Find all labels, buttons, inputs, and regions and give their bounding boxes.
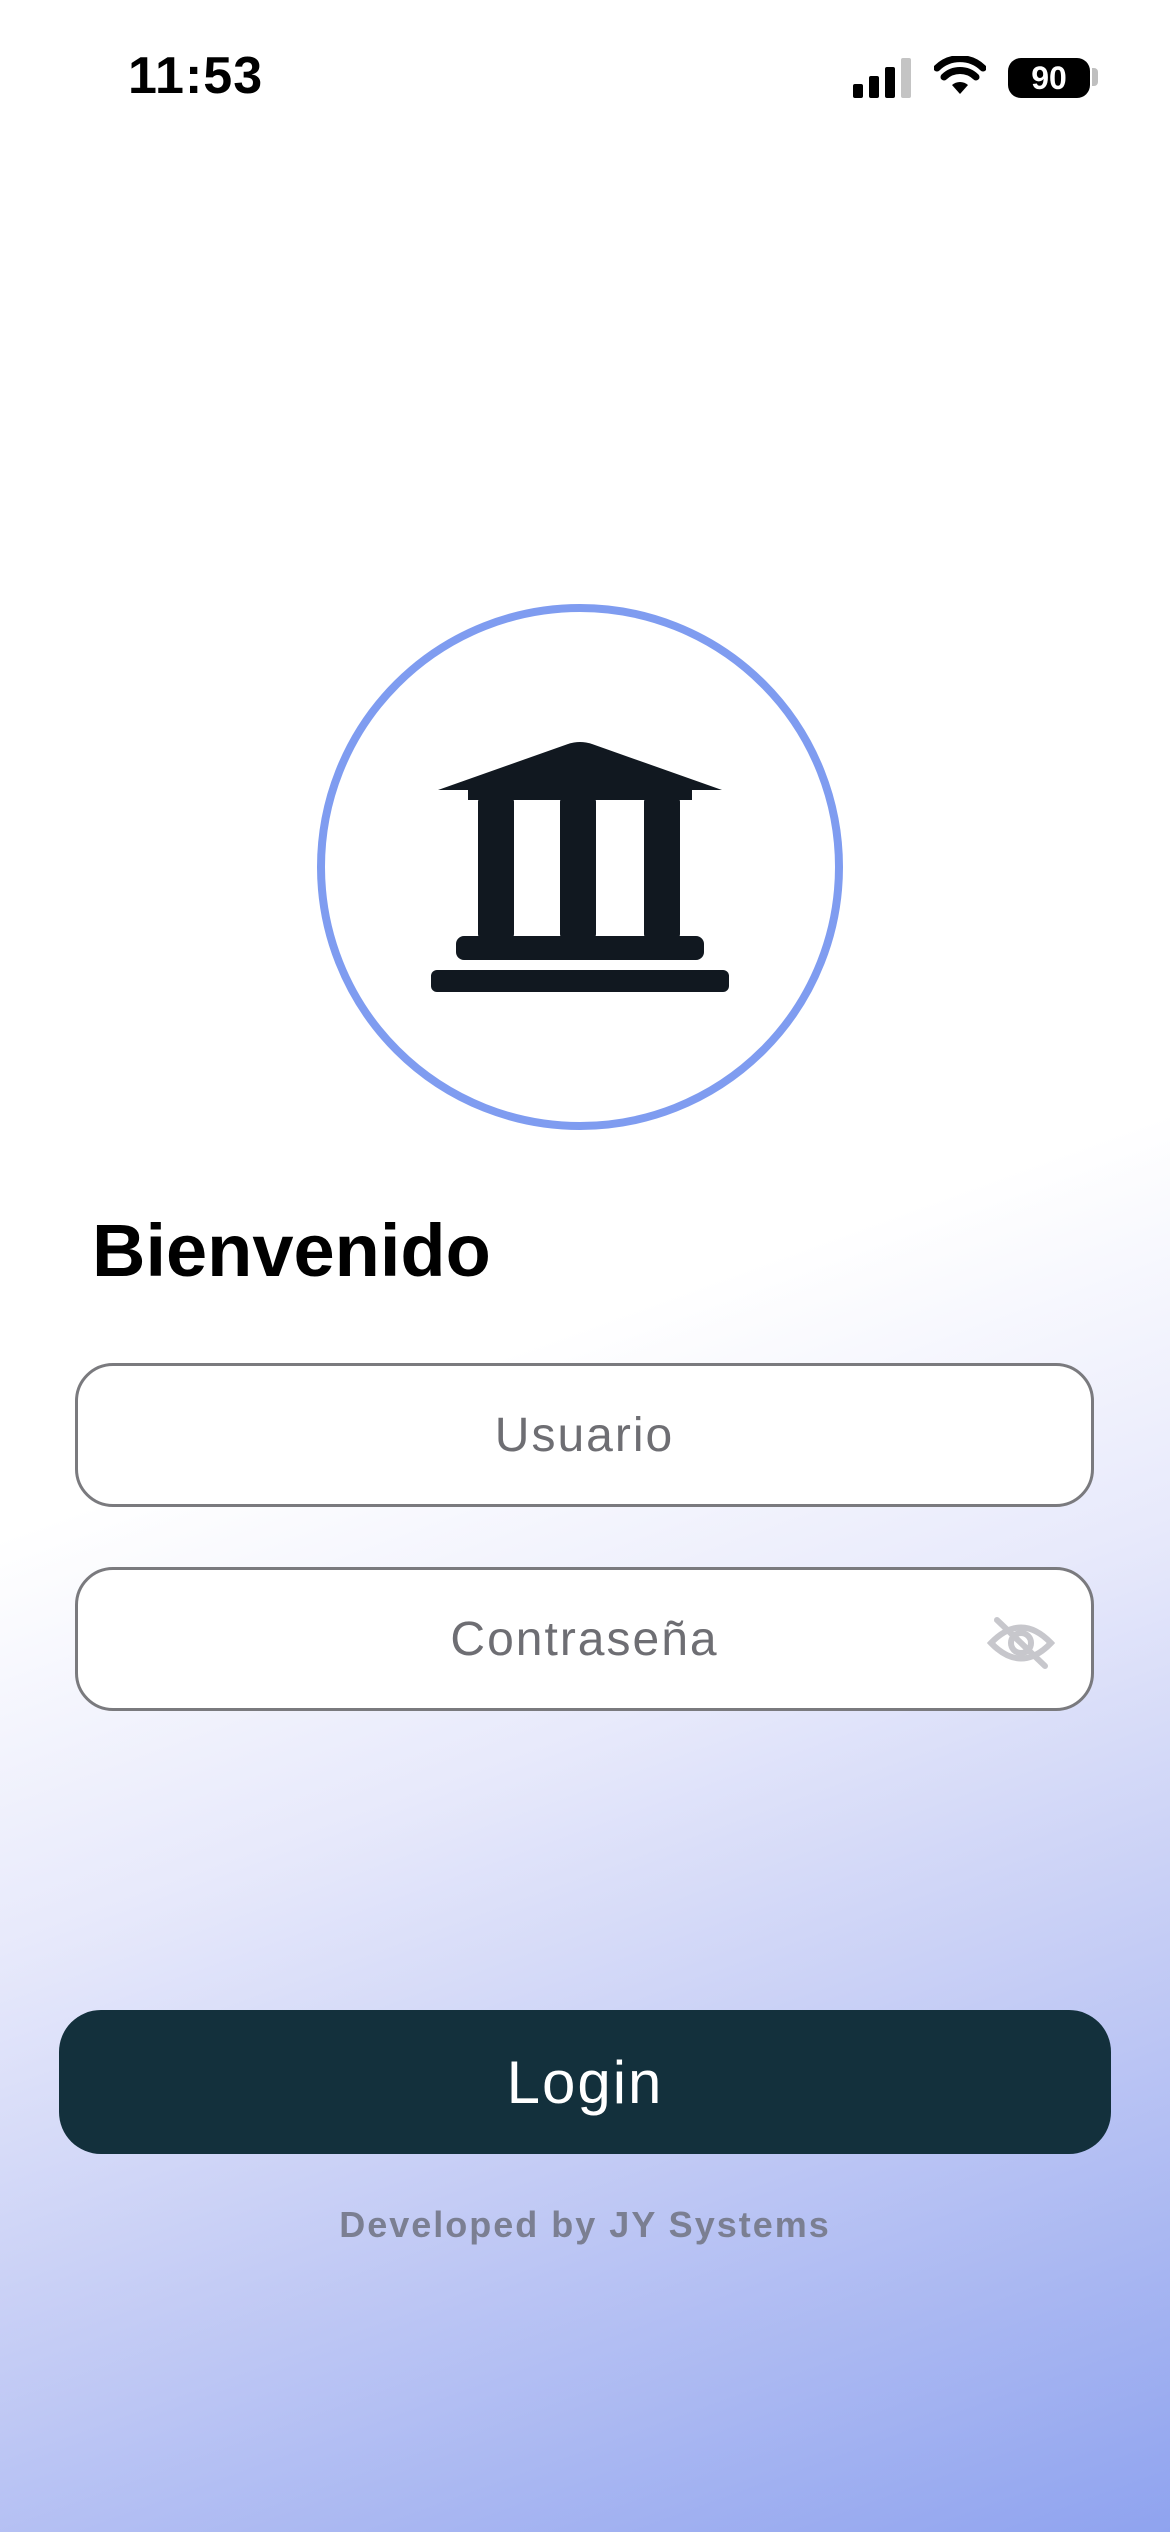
status-bar: 11:53 90 <box>0 0 1170 150</box>
login-button[interactable]: Login <box>59 2010 1111 2154</box>
battery-tip <box>1092 68 1098 86</box>
username-input[interactable] <box>78 1366 1091 1504</box>
footer-credit: Developed by JY Systems <box>339 2204 831 2245</box>
status-time: 11:53 <box>128 47 264 105</box>
signal-icon <box>853 58 911 98</box>
password-input[interactable] <box>78 1570 1091 1708</box>
page-title: Bienvenido <box>92 1209 491 1292</box>
password-field[interactable] <box>75 1567 1094 1711</box>
bank-icon <box>431 742 729 992</box>
wifi-icon <box>934 56 986 94</box>
eye-off-icon[interactable] <box>987 1616 1055 1670</box>
battery-icon: 90 <box>1008 58 1090 98</box>
username-field[interactable] <box>75 1363 1094 1507</box>
